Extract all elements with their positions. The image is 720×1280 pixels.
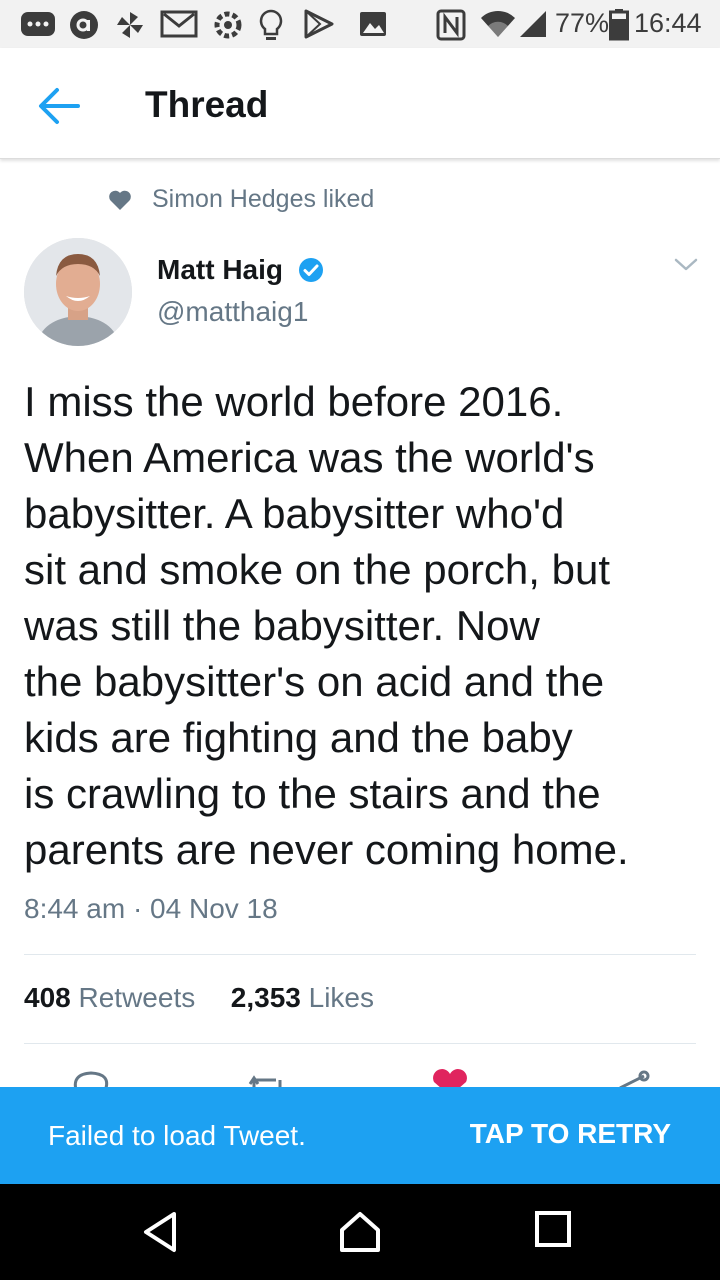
avatar-image xyxy=(24,238,132,346)
heart-icon xyxy=(109,190,131,210)
tweet-line: parents are never coming home. xyxy=(24,826,629,873)
back-icon[interactable] xyxy=(140,1210,180,1254)
retweets-stat[interactable]: 408 Retweets xyxy=(24,982,195,1013)
divider xyxy=(24,954,696,955)
likes-stat[interactable]: 2,353 Likes xyxy=(231,982,374,1013)
divider xyxy=(24,1043,696,1044)
retweets-count: 408 xyxy=(24,982,71,1013)
pinwheel-icon xyxy=(117,12,143,38)
error-snackbar: Failed to load Tweet. TAP TO RETRY xyxy=(0,1087,720,1184)
arrow-left-icon xyxy=(39,88,80,124)
signal-icon xyxy=(520,11,546,37)
recents-icon[interactable] xyxy=(534,1210,572,1248)
image-icon xyxy=(360,12,386,36)
wifi-icon xyxy=(481,10,515,37)
snackbar-message: Failed to load Tweet. xyxy=(48,1120,306,1151)
avatar[interactable] xyxy=(24,238,132,346)
likes-count: 2,353 xyxy=(230,982,301,1013)
battery-icon xyxy=(609,9,629,41)
chevron-down-icon[interactable] xyxy=(672,256,700,274)
verified-badge-icon xyxy=(299,258,323,282)
tweet-timestamp: 8:44 am · 04 Nov 18 xyxy=(24,893,278,924)
tweet-text: I miss the world before 2016. When Ameri… xyxy=(24,374,696,878)
tweet-line: sit and smoke on the porch, but xyxy=(24,546,611,593)
more-icon xyxy=(21,12,55,36)
tweet-line: babysitter. A babysitter who'd xyxy=(24,490,565,537)
lightbulb-icon xyxy=(259,9,283,40)
status-bar: 77% 16:44 xyxy=(0,0,720,48)
tweet-line: I miss the world before 2016. xyxy=(24,378,564,425)
app-header: Thread xyxy=(0,48,720,159)
tweet-line: kids are fighting and the baby xyxy=(24,714,573,761)
retry-button[interactable]: TAP TO RETRY xyxy=(470,1118,671,1150)
battery-percent: 77% xyxy=(555,8,610,38)
at-icon xyxy=(70,11,98,39)
settings-icon xyxy=(214,11,242,39)
gmail-icon xyxy=(160,10,198,38)
tweet-line: the babysitter's on acid and the xyxy=(24,658,605,705)
social-context-text: Simon Hedges liked xyxy=(152,185,375,213)
author-name[interactable]: Matt Haig xyxy=(157,254,283,286)
tweet-stats: 408 Retweets 2,353 Likes xyxy=(24,982,374,1014)
tweet-line: was still the babysitter. Now xyxy=(24,602,540,649)
nfc-icon xyxy=(436,9,466,41)
tweet-line: When America was the world's xyxy=(24,434,595,481)
home-icon[interactable] xyxy=(338,1210,382,1254)
likes-label: Likes xyxy=(308,982,375,1013)
retweets-label: Retweets xyxy=(78,982,196,1013)
tweet-line: is crawling to the stairs and the xyxy=(24,770,601,817)
back-button[interactable] xyxy=(34,84,86,128)
author-handle[interactable]: @matthaig1 xyxy=(157,296,308,328)
clock: 16:44 xyxy=(634,8,702,38)
page-title: Thread xyxy=(145,84,269,125)
play-store-icon xyxy=(304,9,334,39)
system-nav-bar xyxy=(0,1184,720,1280)
